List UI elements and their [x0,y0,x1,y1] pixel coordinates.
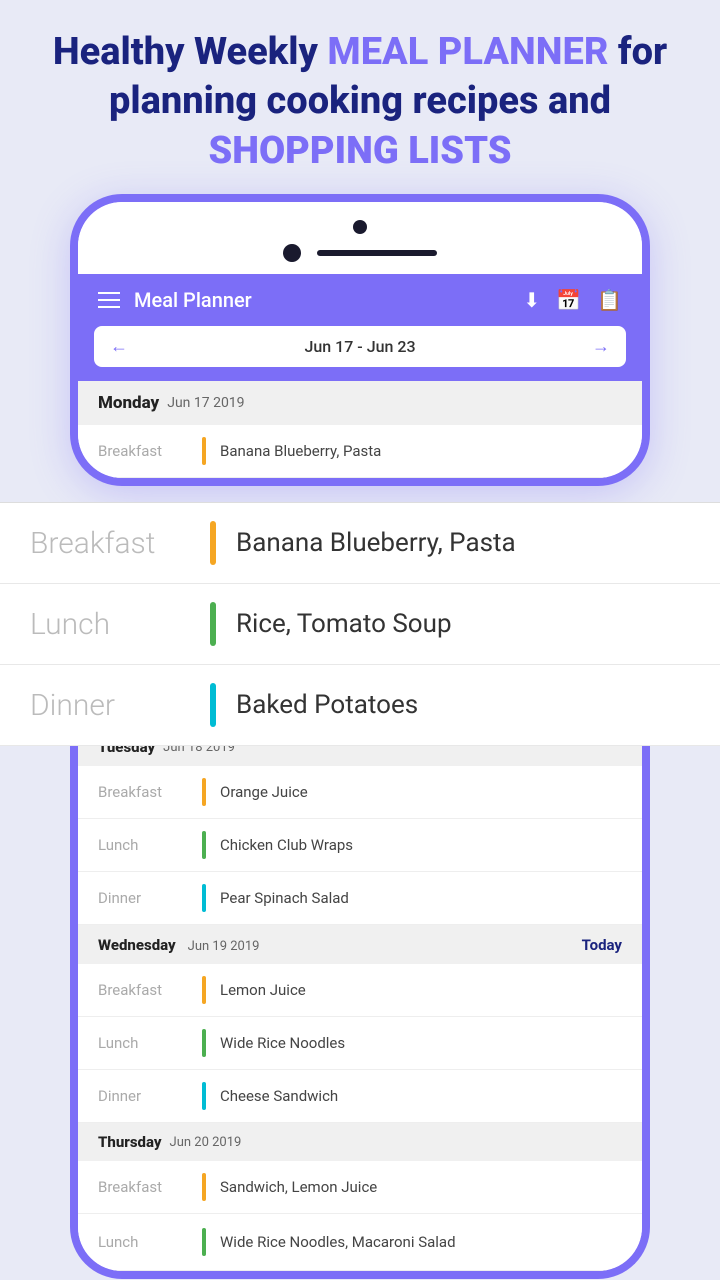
expanded-breakfast-bar [210,521,216,565]
meal-label: Breakfast [98,442,188,460]
meal-label: Breakfast [98,1178,188,1196]
expanded-lunch-bar [210,602,216,646]
meal-label: Dinner [98,889,188,907]
table-row: Dinner Pear Spinach Salad [78,872,642,925]
expanded-lunch-food: Rice, Tomato Soup [236,609,452,639]
top-title-section: Healthy Weekly MEAL PLANNER for planning… [0,0,720,194]
dinner-bar-2 [202,884,206,912]
meal-food: Wide Rice Noodles, Macaroni Salad [220,1233,456,1251]
expanded-dinner-food: Baked Potatoes [236,690,418,720]
meal-food: Pear Spinach Salad [220,889,349,907]
week-nav-inner: ← Jun 17 - Jun 23 → [94,326,626,367]
meal-label: Breakfast [98,981,188,999]
expanded-dinner-row: Dinner Baked Potatoes [0,665,720,746]
meal-food: Orange Juice [220,783,308,801]
meal-food: Sandwich, Lemon Juice [220,1178,377,1196]
download-icon[interactable]: ⬇ [523,288,540,312]
menu-icon[interactable] [98,292,120,308]
week-nav: ← Jun 17 - Jun 23 → [78,326,642,381]
prev-week-button[interactable]: ← [110,336,128,357]
breakfast-bar-3 [202,976,206,1004]
wednesday-header: Wednesday Jun 19 2019 Today [78,925,642,964]
expanded-breakfast-label: Breakfast [30,526,190,561]
expanded-lunch-label: Lunch [30,607,190,642]
monday-day-name: Monday [98,393,159,413]
phone-speaker-bar [317,250,437,256]
lunch-bar-4 [202,1228,206,1256]
thursday-header: Thursday Jun 20 2019 [78,1123,642,1161]
meal-food: Banana Blueberry, Pasta [220,442,381,460]
thursday-day-name: Thursday [98,1133,162,1151]
phone-top-bar [78,202,642,274]
table-row: Lunch Wide Rice Noodles, Macaroni Salad [78,1214,642,1271]
lunch-bar-2 [202,831,206,859]
breakfast-bar [202,437,206,465]
thursday-day-date: Jun 20 2019 [170,1135,242,1150]
lunch-bar-3 [202,1029,206,1057]
expanded-breakfast-row: Breakfast Banana Blueberry, Pasta [0,503,720,584]
expanded-overlay: Breakfast Banana Blueberry, Pasta Lunch … [0,502,720,746]
monday-day-date: Jun 17 2019 [167,395,244,411]
title-line1: Healthy Weekly MEAL PLANNER for [40,28,680,77]
meal-food: Chicken Club Wraps [220,836,353,854]
dinner-bar-3 [202,1082,206,1110]
meal-label: Lunch [98,836,188,854]
title-accent: MEAL PLANNER [327,30,608,74]
meal-food: Lemon Juice [220,981,306,999]
table-row: Breakfast Banana Blueberry, Pasta [78,425,642,478]
table-row: Lunch Wide Rice Noodles [78,1017,642,1070]
next-week-button[interactable]: → [592,336,610,357]
expanded-breakfast-food: Banana Blueberry, Pasta [236,528,516,558]
meal-label: Dinner [98,1087,188,1105]
expanded-lunch-row: Lunch Rice, Tomato Soup [0,584,720,665]
meal-label: Lunch [98,1034,188,1052]
app-title: Meal Planner [134,288,509,312]
app-header: Meal Planner ⬇ 📅 📋 [78,274,642,326]
table-row: Breakfast Orange Juice [78,766,642,819]
monday-meals: Breakfast Banana Blueberry, Pasta [78,425,642,478]
header-actions: ⬇ 📅 📋 [523,288,622,312]
title-line2: planning cooking recipes and [40,77,680,126]
phone-camera [353,220,367,234]
wednesday-day-date: Jun 19 2019 [188,939,260,954]
phone-frame: Meal Planner ⬇ 📅 📋 ← Jun 17 - Jun 23 → M… [70,194,650,486]
meal-label: Breakfast [98,783,188,801]
date-range: Jun 17 - Jun 23 [304,337,415,356]
meal-food: Wide Rice Noodles [220,1034,345,1052]
breakfast-bar-4 [202,1173,206,1201]
table-row: Dinner Cheese Sandwich [78,1070,642,1123]
expanded-dinner-bar [210,683,216,727]
table-row: Lunch Chicken Club Wraps [78,819,642,872]
phone-speaker-dot [283,244,301,262]
meal-label: Lunch [98,1233,188,1251]
table-row: Breakfast Lemon Juice [78,964,642,1017]
monday-header: Monday Jun 17 2019 [78,381,642,425]
wednesday-day-name: Wednesday [98,936,176,954]
expanded-dinner-label: Dinner [30,688,190,723]
title-line3: SHOPPING LISTS [40,127,680,176]
meal-food: Cheese Sandwich [220,1087,338,1105]
table-row: Breakfast Sandwich, Lemon Juice [78,1161,642,1214]
list-icon[interactable]: 📋 [597,288,622,312]
calendar-icon[interactable]: 📅 [556,288,581,312]
phone-scroll-area: Tuesday Jun 18 2019 Breakfast Orange Jui… [70,728,650,1279]
breakfast-bar-2 [202,778,206,806]
today-label: Today [582,936,622,954]
